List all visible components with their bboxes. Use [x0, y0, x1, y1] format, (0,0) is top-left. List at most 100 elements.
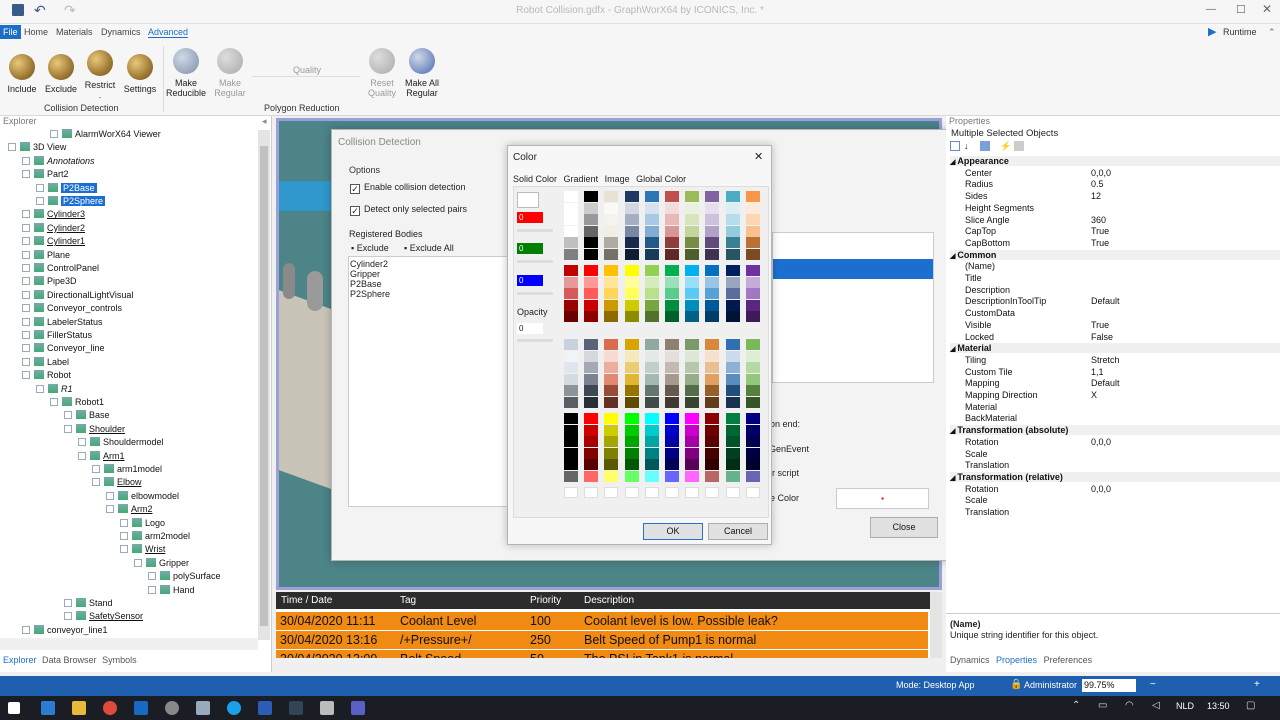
color-swatch[interactable] [624, 459, 639, 470]
close-button[interactable]: Close [870, 517, 938, 538]
expander-icon[interactable] [22, 331, 30, 339]
expander-icon[interactable] [22, 317, 30, 326]
custom-color-swatch[interactable] [624, 487, 639, 498]
color-swatch[interactable] [624, 436, 639, 447]
color-swatch[interactable] [705, 248, 720, 260]
property-name[interactable]: Rotation [965, 484, 999, 494]
color-swatch[interactable] [564, 470, 578, 482]
color-swatch[interactable] [644, 225, 659, 237]
property-name[interactable]: Mapping Direction [965, 390, 1038, 400]
color-swatch[interactable] [644, 339, 659, 350]
table-row[interactable]: 30/04/2020 13:16 /+Pressure+/ 250 Belt S… [276, 631, 928, 649]
custom-color-swatch[interactable] [564, 487, 578, 498]
skype-icon[interactable] [227, 701, 241, 715]
bodies-list[interactable]: Cylinder2 Gripper P2Base P2Sphere [348, 256, 508, 507]
property-name[interactable]: Translation [965, 460, 1009, 470]
color-swatch[interactable] [584, 214, 599, 225]
color-swatch[interactable] [564, 350, 578, 362]
tree-item[interactable]: R1 [36, 383, 73, 396]
explorer-hscrollbar[interactable] [0, 638, 258, 650]
color-swatch[interactable] [725, 202, 740, 214]
color-swatch[interactable] [725, 436, 740, 447]
color-swatch[interactable] [745, 339, 760, 350]
selected-pair-row[interactable] [773, 259, 933, 279]
color-swatch[interactable] [564, 288, 578, 299]
tree-item[interactable]: Annotations [22, 155, 95, 168]
tab-global-color[interactable]: Global Color [636, 174, 686, 184]
tree-item[interactable]: Arm2 [106, 503, 153, 516]
color-swatch[interactable] [745, 237, 760, 248]
menu-advanced[interactable]: Advanced [148, 27, 189, 38]
color-swatch[interactable] [584, 202, 599, 214]
tree-item[interactable]: Gripper [134, 557, 189, 570]
custom-color-swatch[interactable] [665, 487, 679, 498]
color-swatch[interactable] [584, 237, 599, 248]
make-reducible-button[interactable]: Make Reducible [164, 48, 208, 98]
color-swatch[interactable] [665, 225, 679, 237]
expander-icon[interactable] [22, 277, 30, 286]
color-swatch[interactable] [665, 202, 679, 214]
color-swatch[interactable] [705, 362, 720, 373]
tab-preferences[interactable]: Preferences [1044, 655, 1093, 665]
color-swatch[interactable] [705, 350, 720, 362]
list-item[interactable]: P2Sphere [350, 289, 390, 300]
tree-item[interactable]: ControlPanel [22, 262, 99, 275]
file-explorer-icon[interactable] [72, 701, 86, 715]
color-swatch[interactable] [745, 299, 760, 311]
color-swatch[interactable] [604, 385, 619, 396]
color-swatch[interactable] [584, 276, 599, 288]
property-name[interactable]: Title [965, 273, 982, 283]
color-swatch[interactable] [685, 311, 700, 322]
expander-icon[interactable] [22, 290, 30, 299]
color-swatch[interactable] [725, 288, 740, 299]
tray-chevron-icon[interactable]: ⌃ [1072, 700, 1080, 711]
color-swatch[interactable] [644, 362, 659, 373]
col-description[interactable]: Description [584, 592, 634, 609]
color-swatch[interactable] [624, 413, 639, 424]
property-value[interactable]: False [1091, 332, 1113, 342]
color-swatch[interactable] [745, 288, 760, 299]
color-swatch[interactable] [665, 447, 679, 459]
ribbon-collapse-icon[interactable]: ⌃ [1268, 27, 1276, 38]
alarm-grid-scrollbar[interactable] [930, 592, 942, 658]
color-swatch[interactable] [725, 214, 740, 225]
tree-item[interactable]: polySurface [148, 570, 221, 583]
quality-slider[interactable] [252, 76, 360, 77]
expander-icon[interactable] [22, 357, 30, 366]
tree-item[interactable]: Part2 [22, 168, 69, 181]
genevent-option[interactable]: GenEvent [769, 444, 809, 454]
color-swatch[interactable] [564, 276, 578, 288]
color-swatch[interactable] [604, 288, 619, 299]
custom-color-swatch[interactable] [685, 487, 700, 498]
color-swatch[interactable] [604, 202, 619, 214]
menu-dynamics[interactable]: Dynamics [101, 27, 141, 37]
color-swatch[interactable] [665, 373, 679, 385]
color-swatch[interactable] [564, 299, 578, 311]
color-swatch[interactable] [644, 299, 659, 311]
color-swatch[interactable] [604, 459, 619, 470]
edge-icon[interactable] [41, 701, 55, 715]
color-swatch[interactable] [705, 299, 720, 311]
color-swatch[interactable] [584, 299, 599, 311]
color-swatch[interactable] [624, 225, 639, 237]
color-swatch[interactable] [665, 265, 679, 276]
color-swatch[interactable] [725, 276, 740, 288]
tree-item[interactable]: Cylinder1 [22, 235, 85, 248]
tree-item[interactable]: AlarmWorX64 Viewer [50, 128, 161, 141]
property-name[interactable]: Locked [965, 332, 994, 342]
color-swatch[interactable] [584, 225, 599, 237]
color-swatch[interactable] [665, 339, 679, 350]
opacity-slider[interactable] [517, 339, 553, 342]
property-name[interactable]: Radius [965, 179, 993, 189]
color-swatch[interactable] [564, 311, 578, 322]
color-swatch[interactable] [604, 311, 619, 322]
expander-icon[interactable] [78, 438, 86, 447]
color-swatch[interactable] [705, 339, 720, 350]
color-swatch[interactable] [624, 311, 639, 322]
color-swatch[interactable] [564, 447, 578, 459]
tree-item[interactable]: Elbow [92, 476, 142, 489]
color-swatch[interactable] [745, 191, 760, 202]
expander-icon[interactable] [8, 143, 16, 152]
tree-item[interactable]: Pipe3D [22, 275, 77, 288]
custom-color-swatch[interactable] [725, 487, 740, 498]
